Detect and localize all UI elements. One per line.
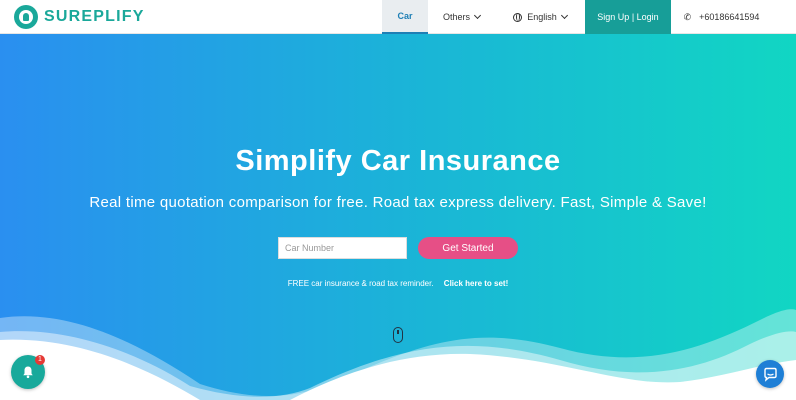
chat-support-button[interactable] xyxy=(756,360,784,388)
brand-logo[interactable]: SUREPLIFY xyxy=(14,5,145,29)
phone-icon: ✆ xyxy=(683,11,692,22)
chevron-down-icon xyxy=(560,11,568,20)
nav-car-label: Car xyxy=(397,11,413,21)
language-label: English xyxy=(527,12,557,22)
reminder-line: FREE car insurance & road tax reminder. … xyxy=(0,279,796,288)
bell-icon xyxy=(23,366,33,379)
language-dropdown[interactable]: English xyxy=(495,0,585,34)
hero-title: Simplify Car Insurance xyxy=(235,145,561,177)
globe-icon xyxy=(513,12,523,22)
car-number-input[interactable] xyxy=(278,237,407,259)
reminder-link[interactable]: Click here to set! xyxy=(444,279,508,288)
signup-login-label: Sign Up | Login xyxy=(597,12,659,22)
nav-others-label: Others xyxy=(442,12,470,22)
chevron-down-icon xyxy=(473,11,482,20)
signup-login-button[interactable]: Sign Up | Login xyxy=(585,0,671,34)
top-navbar: SUREPLIFY Car Others English Sign Up | L… xyxy=(0,0,796,34)
phone-contact[interactable]: ✆ +60186641594 xyxy=(671,0,772,34)
get-started-button[interactable]: Get Started xyxy=(418,237,518,259)
hero-subtitle: Real time quotation comparison for free.… xyxy=(89,194,707,211)
brand-name: SUREPLIFY xyxy=(44,8,145,25)
notification-count-badge: 1 xyxy=(35,355,45,365)
nav-others-dropdown[interactable]: Others xyxy=(428,0,495,34)
phone-number: +60186641594 xyxy=(699,12,760,22)
reminder-text: FREE car insurance & road tax reminder. xyxy=(287,279,434,288)
nav-menu: Car Others English Sign Up | Login ✆ +60… xyxy=(382,0,772,34)
nav-car-tab[interactable]: Car xyxy=(382,0,428,34)
chat-icon xyxy=(763,367,777,382)
wave-decoration xyxy=(0,309,796,400)
brand-logo-icon xyxy=(14,5,38,29)
hero-banner: Simplify Car Insurance Real time quotati… xyxy=(0,34,796,400)
